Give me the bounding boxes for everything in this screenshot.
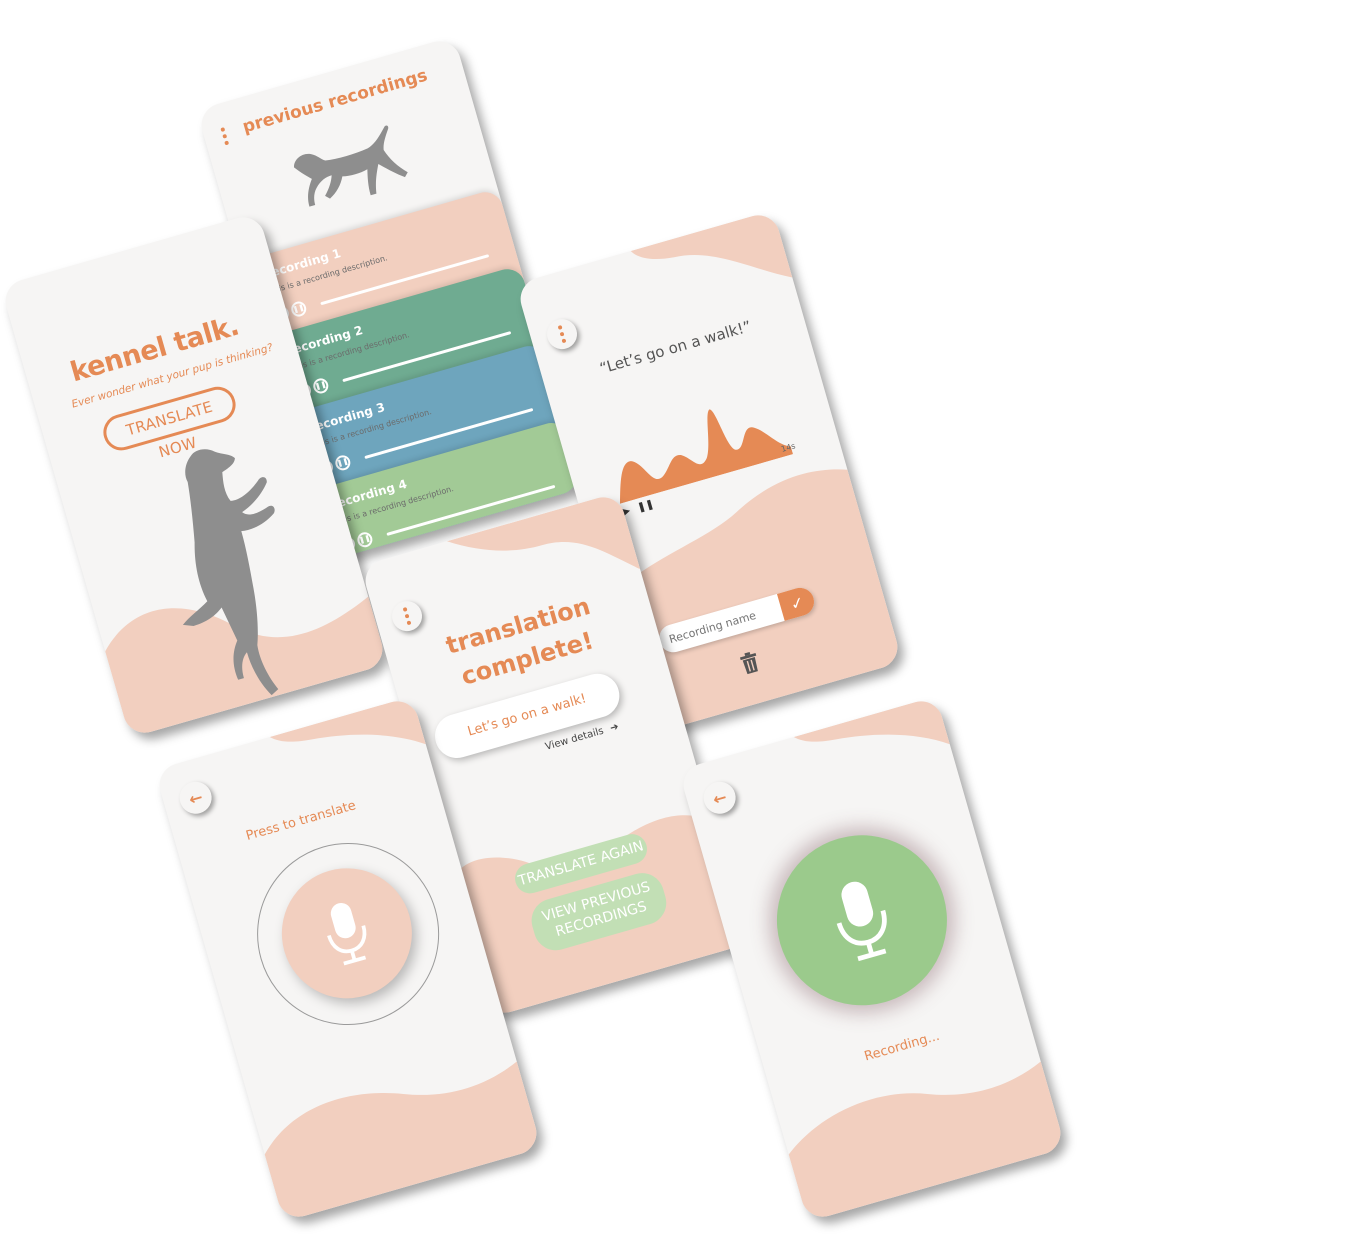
back-arrow-icon: ← bbox=[186, 786, 205, 809]
kebab-menu-icon bbox=[402, 606, 412, 626]
kebab-menu-icon bbox=[557, 324, 567, 344]
pause-icon[interactable]: ❚❚ bbox=[289, 299, 309, 319]
dog-running-silhouette bbox=[293, 125, 408, 207]
microphone-icon bbox=[836, 881, 887, 962]
menu-icon[interactable] bbox=[215, 122, 234, 150]
pause-icon[interactable]: ❚❚ bbox=[311, 376, 331, 396]
mockup-board: previous recordings Recording 1 This is … bbox=[0, 0, 1366, 1235]
back-arrow-icon: ← bbox=[710, 786, 729, 809]
page-title: previous recordings bbox=[240, 65, 430, 138]
microphone-icon bbox=[327, 903, 367, 966]
pause-icon[interactable]: ❚❚ bbox=[355, 530, 375, 550]
screen-recording: ← Recording... bbox=[678, 696, 1066, 1222]
pause-icon[interactable]: ❚❚ bbox=[333, 453, 353, 473]
